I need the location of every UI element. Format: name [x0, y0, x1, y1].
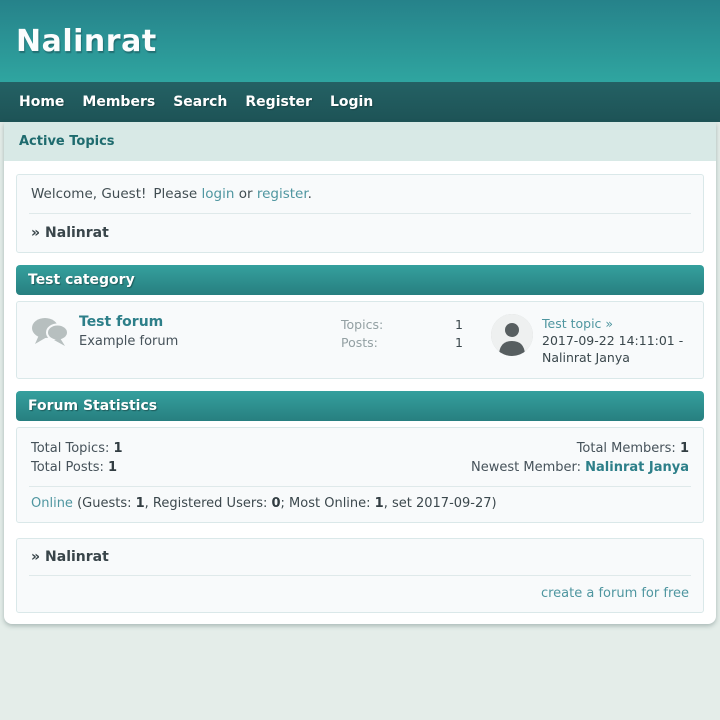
welcome-greeting: Welcome, Guest!: [31, 186, 147, 202]
total-topics-value: 1: [113, 441, 123, 456]
active-topics-bar[interactable]: Active Topics: [4, 122, 716, 161]
nav-item-login[interactable]: Login: [321, 94, 382, 110]
breadcrumb-home-link[interactable]: Nalinrat: [45, 225, 109, 241]
content-area: Welcome, Guest! Please login or register.…: [4, 161, 716, 624]
footer-panel: » Nalinrat create a forum for free: [16, 538, 704, 613]
total-posts-line: Total Posts: 1: [31, 458, 123, 477]
posts-value: 1: [455, 335, 463, 350]
page: Nalinrat Home Members Search Register Lo…: [0, 0, 720, 624]
total-posts-label: Total Posts:: [31, 460, 104, 475]
stats-right-column: Total Members: 1 Newest Member: Nalinrat…: [471, 439, 689, 477]
forum-title-block: Test forum Example forum: [79, 314, 178, 354]
online-most-value: 1: [374, 496, 384, 511]
last-topic-date: 2017-09-22 14:11:01 -: [542, 333, 684, 348]
total-topics-line: Total Topics: 1: [31, 439, 123, 458]
site-header: Nalinrat: [0, 0, 720, 82]
last-topic-link[interactable]: Test topic »: [542, 316, 613, 331]
forum-main: Test forum Example forum: [31, 314, 341, 354]
total-posts-value: 1: [108, 460, 118, 475]
newest-member-link[interactable]: Nalinrat Janya: [585, 460, 689, 475]
online-guests-value: 1: [135, 496, 145, 511]
breadcrumb-arrow-icon: »: [31, 549, 41, 565]
online-suffix: , set 2017-09-27): [383, 496, 497, 511]
welcome-period: .: [307, 186, 312, 202]
stats-panel: Total Topics: 1 Total Posts: 1 Total Mem…: [16, 427, 704, 523]
site-title[interactable]: Nalinrat: [16, 24, 157, 59]
login-link[interactable]: login: [202, 186, 235, 202]
online-row: Online (Guests: 1, Registered Users: 0; …: [17, 487, 703, 522]
chat-bubbles-icon: [31, 316, 69, 354]
nav-item-search[interactable]: Search: [164, 94, 236, 110]
create-forum-row: create a forum for free: [17, 576, 703, 612]
last-topic-author: Nalinrat Janya: [542, 350, 630, 365]
topics-value: 1: [455, 317, 463, 332]
online-link[interactable]: Online: [31, 496, 73, 511]
nav-item-members[interactable]: Members: [73, 94, 164, 110]
welcome-or: or: [238, 186, 253, 202]
last-post-info: Test topic » 2017-09-22 14:11:01 - Nalin…: [542, 314, 683, 366]
total-members-value: 1: [679, 441, 689, 456]
main-nav: Home Members Search Register Login: [0, 82, 720, 122]
register-link[interactable]: register: [257, 186, 308, 202]
forum-counts: Topics: 1 Posts: 1: [341, 316, 463, 352]
breadcrumb: » Nalinrat: [17, 214, 703, 252]
online-registered-value: 0: [271, 496, 281, 511]
online-registered-prefix: , Registered Users:: [144, 496, 272, 511]
create-forum-link[interactable]: create a forum for free: [541, 586, 689, 601]
online-guests-prefix: (Guests:: [77, 496, 136, 511]
breadcrumb-arrow-icon: »: [31, 225, 41, 241]
nav-item-register[interactable]: Register: [236, 94, 321, 110]
welcome-message: Welcome, Guest! Please login or register.: [17, 175, 703, 213]
posts-count-line: Posts: 1: [341, 334, 463, 352]
stats-row: Total Topics: 1 Total Posts: 1 Total Mem…: [17, 428, 703, 486]
nav-item-home[interactable]: Home: [10, 94, 73, 110]
category-header: Test category: [16, 265, 704, 295]
newest-member-label: Newest Member:: [471, 460, 581, 475]
newest-member-line: Newest Member: Nalinrat Janya: [471, 458, 689, 477]
topics-label: Topics:: [341, 317, 384, 332]
stats-header: Forum Statistics: [16, 391, 704, 421]
last-post: Test topic » 2017-09-22 14:11:01 - Nalin…: [491, 314, 689, 366]
forum-description: Example forum: [79, 334, 179, 349]
avatar[interactable]: [491, 314, 533, 356]
welcome-panel: Welcome, Guest! Please login or register.…: [16, 174, 704, 253]
content-card: Active Topics Welcome, Guest! Please logi…: [4, 122, 716, 624]
posts-label: Posts:: [341, 335, 378, 350]
total-members-label: Total Members:: [576, 441, 676, 456]
welcome-please: Please: [153, 186, 198, 202]
online-most-prefix: ; Most Online:: [280, 496, 375, 511]
total-topics-label: Total Topics:: [31, 441, 110, 456]
topics-count-line: Topics: 1: [341, 316, 463, 334]
total-members-line: Total Members: 1: [471, 439, 689, 458]
forum-link[interactable]: Test forum: [79, 314, 163, 330]
stats-left-column: Total Topics: 1 Total Posts: 1: [31, 439, 123, 477]
footer-breadcrumb-home-link[interactable]: Nalinrat: [45, 549, 109, 565]
forum-row: Test forum Example forum Topics: 1 Posts…: [16, 301, 704, 379]
footer-breadcrumb: » Nalinrat: [17, 539, 703, 575]
